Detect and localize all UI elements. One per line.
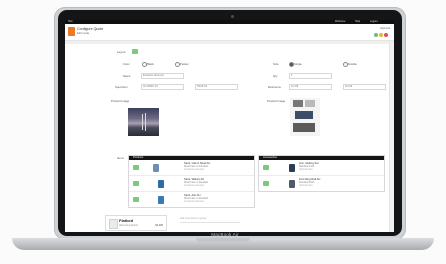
list-item[interactable]: Stool, Oak & Steel AU Wood base in Stand…: [129, 160, 254, 176]
right-sidebar[interactable]: [389, 44, 394, 232]
product-name: Stool, Oak & Steel AU: [184, 162, 211, 165]
footer-card-name: Flatbed: [119, 218, 134, 223]
product-thumb-icon: [158, 196, 164, 204]
row-checkbox[interactable]: [263, 181, 269, 186]
accessories-panel: Accessories Arm, Gliding Set Standard fi…: [258, 155, 385, 192]
collage-thumb-1: [293, 100, 303, 107]
color-option-black: Black: [147, 62, 154, 66]
size-label: Size: [273, 62, 279, 66]
laptop-notch: [196, 238, 250, 242]
reference-input-2[interactable]: AU-09: [343, 84, 386, 90]
camera-icon: [231, 15, 234, 18]
flatbed-icon: [109, 219, 118, 229]
name-label: Name: [123, 74, 131, 78]
name-input[interactable]: Evolution Stool AU: [141, 73, 184, 79]
product-name: Stool, Ash AU: [184, 194, 201, 197]
product-thumb-icon: [158, 180, 164, 188]
list-item[interactable]: Stool, Walnut AU Wood base in Standard C…: [129, 176, 254, 192]
list-item[interactable]: Foot Ring Rail AU Standard finish Option…: [259, 176, 384, 191]
accessory-detail: Standard finish: [299, 166, 315, 168]
accessory-thumb-icon: [289, 180, 295, 188]
row-checkbox[interactable]: [133, 181, 139, 186]
reference-label: Reference: [268, 85, 281, 89]
qty-label: Qty: [273, 74, 278, 78]
accessory-detail: Standard finish: [299, 182, 315, 184]
row-checkbox[interactable]: [133, 165, 139, 170]
accessory-name: Foot Ring Rail AU: [299, 178, 321, 181]
product-name: Stool, Walnut AU: [184, 178, 205, 181]
footer-card-sub: Add new product: [119, 224, 138, 227]
reference-input[interactable]: AU-08: [289, 84, 332, 90]
accessory-sub: Optional item: [299, 185, 313, 187]
app-window: Hub Welcome Help Logout Configure Quote …: [65, 20, 394, 232]
items-label: Items: [117, 156, 124, 160]
approval-label: Approval: [380, 27, 390, 30]
spec-input[interactable]: AU-SPEC-01: [141, 84, 184, 90]
color-option-pewter: Pewter: [180, 62, 189, 66]
image-label: Product Image: [111, 99, 130, 103]
accessory-thumb-icon: [289, 164, 295, 172]
qty-input[interactable]: 1: [289, 73, 332, 79]
product-sub: Customer preferred: [184, 169, 204, 171]
page-title: Configure Quote: [77, 27, 104, 31]
image-right-label: Product Image: [267, 99, 286, 103]
footer-card-price: $1,000: [155, 224, 163, 227]
brand-label: MacBook Air: [211, 232, 239, 237]
status-dot-yellow-icon[interactable]: [379, 33, 383, 37]
product-image[interactable]: [128, 108, 159, 136]
product-sub: Customer preferred: [184, 185, 204, 187]
app-logo-icon: [68, 27, 75, 36]
layout-label: Layout: [117, 50, 126, 54]
spec-label: Spec/Item: [115, 85, 128, 89]
product-image-collage[interactable]: [290, 98, 320, 136]
color-label: Color: [123, 62, 130, 66]
row-checkbox[interactable]: [263, 165, 269, 170]
collage-thumb-4: [293, 123, 315, 132]
status-dot-red-icon[interactable]: [384, 33, 388, 37]
layout-toggle[interactable]: [132, 49, 138, 54]
accessory-sub: Optional item: [299, 169, 313, 171]
product-detail: Wood base in Standard: [184, 198, 208, 200]
page-header: Configure Quote Edit mode Approval: [65, 24, 394, 41]
products-panel: Products Stool, Oak & Steel AU Wood base…: [128, 155, 255, 208]
spec-input-2[interactable]: TEAK-04: [195, 84, 238, 90]
collage-thumb-3: [295, 111, 313, 119]
toolbar-strip: [65, 41, 394, 44]
status-dot-green-icon[interactable]: [374, 33, 378, 37]
product-thumb-icon: [153, 164, 159, 172]
footer-product-card[interactable]: Flatbed Add new product $1,000: [105, 215, 167, 231]
accessory-name: Arm, Gliding Set: [299, 162, 319, 165]
page-subtitle: Edit mode: [77, 32, 90, 35]
product-detail: Wood base in Standard: [184, 166, 208, 168]
collage-thumb-2: [305, 100, 315, 107]
row-checkbox[interactable]: [133, 197, 139, 202]
list-item[interactable]: Arm, Gliding Set Standard finish Optiona…: [259, 160, 384, 176]
size-option-double: Double: [348, 62, 357, 66]
product-sub: Customer preferred: [184, 201, 204, 203]
size-option-single: Single: [294, 62, 302, 66]
product-detail: Wood base in Standard: [184, 182, 208, 184]
list-item[interactable]: Stool, Ash AU Wood base in Standard Cust…: [129, 192, 254, 207]
add-more-input[interactable]: Add more items to group: [180, 217, 240, 223]
